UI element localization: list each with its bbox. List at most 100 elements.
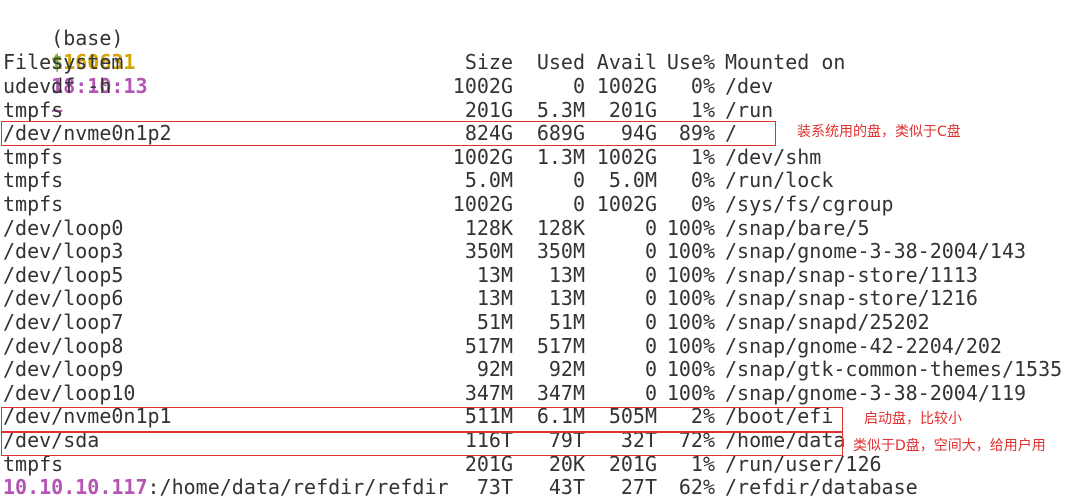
mount-point-cell: /dev [725, 74, 774, 98]
used-cell: 1.3M [536, 144, 585, 169]
use-cell: 100% [666, 239, 715, 264]
avail-cell: 1002G [596, 192, 657, 216]
mount-point-cell: /sys/fs/cgroup [725, 192, 894, 216]
remote-path: :/home/data/refdir/refdir [147, 475, 449, 500]
avail-cell: 0 [644, 333, 657, 358]
used-cell: 51M [548, 310, 585, 334]
mount-point-cell: /snap/gtk-common-themes/1535 [725, 357, 1063, 382]
size-cell: 1002G [452, 192, 513, 216]
used-cell: 13M [548, 286, 585, 311]
used-cell: 350M [536, 239, 585, 264]
avail-cell: 0 [644, 215, 657, 240]
command-line: $ df -h [3, 26, 111, 98]
size-cell: 1002G [452, 144, 513, 169]
size-cell: 73T [476, 475, 513, 500]
avail-cell: 0 [644, 239, 657, 264]
size-cell: 92M [476, 357, 513, 382]
header-filesystem: Filesystem [3, 50, 124, 74]
df-row: udev 1002G 0 1002G 0% /dev [3, 74, 1073, 98]
use-cell: 62% [678, 475, 715, 500]
used-cell: 13M [548, 262, 585, 287]
header-avail: Avail [596, 50, 657, 74]
highlight-box-boot-disk [1, 407, 843, 432]
mount-point-cell: /snap/snap-store/1113 [725, 262, 978, 287]
filesystem-cell: /dev/loop5 [3, 262, 124, 287]
annotation-data-disk: 类似于D盘，空间大，给用户用 [853, 438, 1046, 454]
size-cell: 13M [476, 262, 513, 287]
filesystem-cell: /dev/loop0 [3, 215, 124, 240]
size-cell: 5.0M [464, 168, 513, 193]
filesystem-cell: /dev/loop9 [3, 357, 124, 382]
avail-cell: 201G [608, 97, 657, 122]
avail-cell: 0 [644, 286, 657, 311]
df-row: tmpfs 5.0M 0 5.0M 0% /run/lock [3, 168, 1073, 192]
avail-cell: 0 [644, 380, 657, 405]
df-row: /dev/loop7 51M 51M 0 100% /snap/snapd/25202 [3, 310, 1073, 334]
header-size: Size [464, 50, 513, 74]
df-header-row: Filesystem Size Used Avail Use% Mounted … [3, 50, 1073, 74]
avail-cell: 0 [644, 357, 657, 382]
mount-point-cell: /snap/snapd/25202 [725, 310, 930, 334]
df-row: /dev/loop6 13M 13M 0 100% /snap/snap-store/12… [3, 286, 1073, 310]
mount-point-cell: /dev/shm [725, 144, 822, 169]
filesystem-cell: tmpfs [3, 168, 64, 193]
df-row: /dev/loop0 128K 128K 0 100% /snap/bare/5 [3, 216, 1073, 240]
size-cell: 350M [464, 239, 513, 264]
avail-cell: 5.0M [608, 168, 657, 193]
used-cell: 0 [572, 74, 585, 98]
terminal-window[interactable]: (base) t160631 18:10:13 ~ $ df -h Filesy… [0, 0, 1080, 504]
used-cell: 517M [536, 333, 585, 358]
used-cell: 0 [572, 168, 585, 193]
filesystem-cell: /dev/loop6 [3, 286, 124, 311]
filesystem-cell: tmpfs [3, 144, 64, 169]
df-row: /dev/loop3 350M 350M 0 100% /snap/gnome-3-38-… [3, 239, 1073, 263]
prompt-line: (base) t160631 18:10:13 ~ [3, 2, 147, 122]
size-cell: 201G [464, 97, 513, 122]
use-cell: 100% [666, 286, 715, 311]
filesystem-cell: tmpfs [3, 97, 64, 122]
use-cell: 100% [666, 380, 715, 405]
use-cell: 0% [690, 74, 715, 98]
use-cell: 1% [690, 144, 715, 169]
use-cell: 100% [666, 262, 715, 287]
filesystem-cell: udev [3, 74, 52, 98]
use-cell: 100% [666, 215, 715, 240]
header-used: Used [536, 50, 585, 74]
avail-cell: 27T [620, 475, 657, 500]
size-cell: 51M [476, 310, 513, 334]
size-cell: 347M [464, 380, 513, 405]
use-cell: 0% [690, 168, 715, 193]
annotation-system-disk: 装系统用的盘，类似于C盘 [797, 124, 961, 140]
header-use-percent: Use% [666, 50, 715, 74]
used-cell: 128K [536, 215, 585, 240]
used-cell: 0 [572, 192, 585, 216]
mount-point-cell: /snap/gnome-3-38-2004/143 [725, 239, 1027, 264]
use-cell: 100% [666, 310, 715, 334]
avail-cell: 1002G [596, 144, 657, 169]
filesystem-cell: tmpfs [3, 192, 64, 216]
df-row: /dev/loop10 347M 347M 0 100% /snap/gnome-3-38… [3, 381, 1073, 405]
mount-point-cell: /snap/snap-store/1216 [725, 286, 978, 311]
mount-point-cell: /snap/bare/5 [725, 215, 870, 240]
mount-point-cell: /snap/gnome-3-38-2004/119 [725, 380, 1027, 405]
highlight-box-data-disk [1, 432, 843, 456]
avail-cell: 0 [644, 310, 657, 334]
df-row: tmpfs 201G 5.3M 201G 1% /run [3, 98, 1073, 122]
size-cell: 128K [464, 215, 513, 240]
use-cell: 0% [690, 192, 715, 216]
mount-point-cell: /snap/gnome-42-2204/202 [725, 333, 1002, 358]
size-cell: 517M [464, 333, 513, 358]
used-cell: 43T [548, 475, 585, 500]
use-cell: 1% [690, 97, 715, 122]
avail-cell: 0 [644, 262, 657, 287]
used-cell: 5.3M [536, 97, 585, 122]
filesystem-cell: 10.10.10.117:/home/data/refdir/refdir [3, 475, 449, 499]
used-cell: 92M [548, 357, 585, 382]
mount-point-cell: /run [725, 97, 774, 122]
size-cell: 1002G [452, 74, 513, 98]
size-cell: 13M [476, 286, 513, 311]
df-row: /dev/loop5 13M 13M 0 100% /snap/snap-store/11… [3, 263, 1073, 287]
remote-host: 10.10.10.117 [3, 475, 148, 500]
highlight-box-system-disk [1, 121, 776, 146]
df-row: /dev/loop8 517M 517M 0 100% /snap/gnome-42-22… [3, 334, 1073, 358]
